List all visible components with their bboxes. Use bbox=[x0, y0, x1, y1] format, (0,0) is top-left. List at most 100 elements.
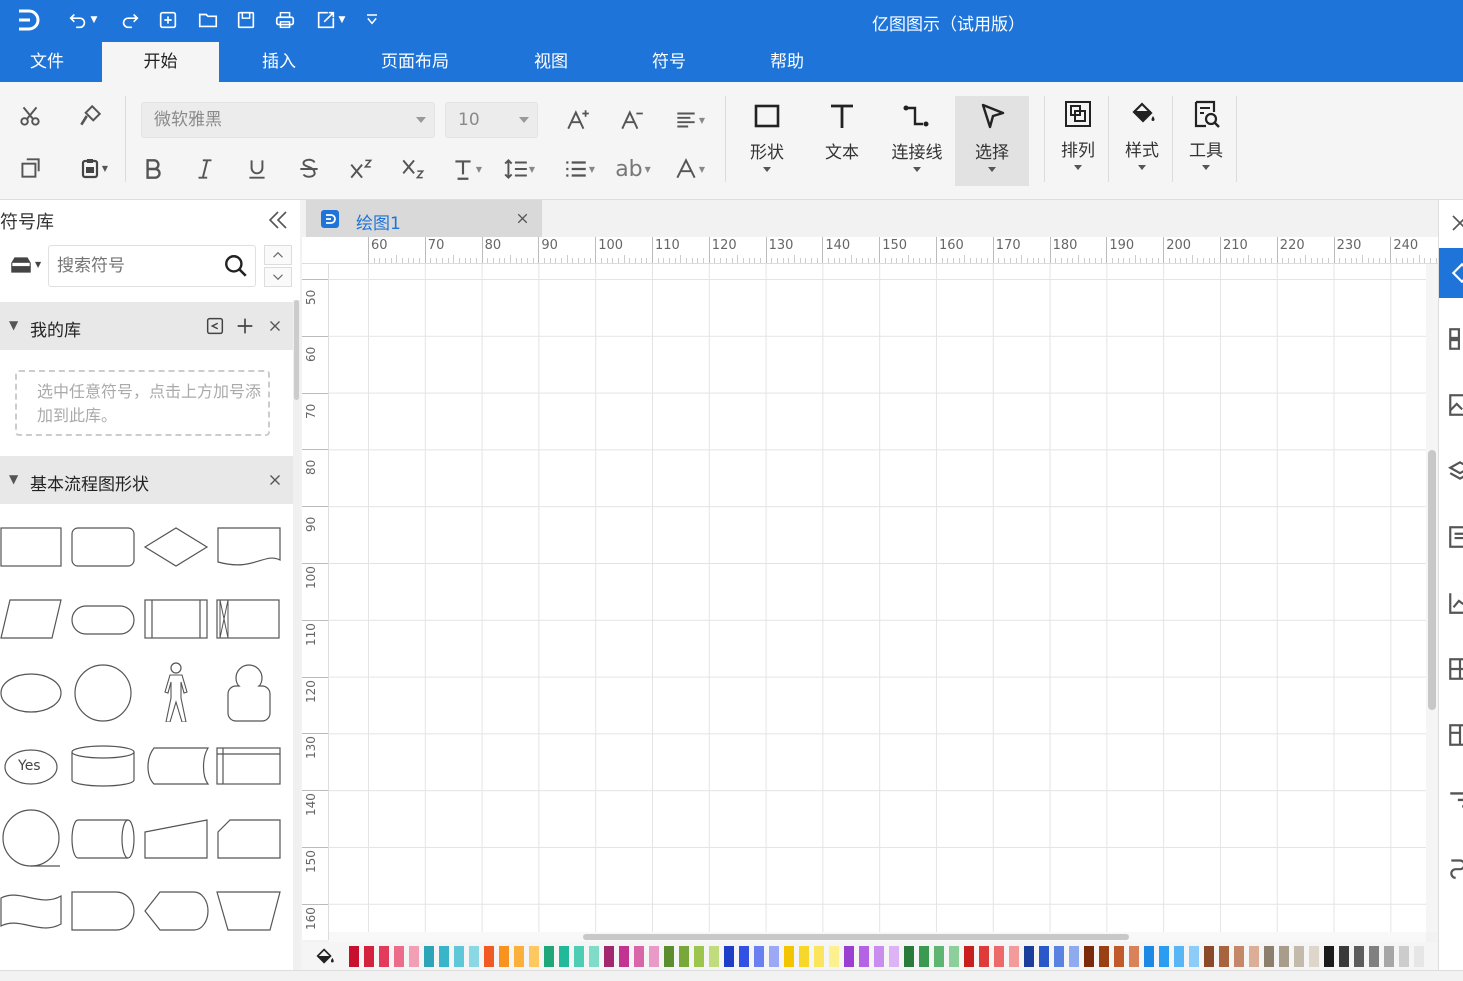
export-button[interactable]: ▼ bbox=[310, 6, 350, 34]
color-swatch[interactable] bbox=[364, 946, 374, 967]
color-swatch[interactable] bbox=[799, 946, 809, 967]
shape-rounded-process[interactable] bbox=[70, 516, 138, 576]
shape-stored-data[interactable] bbox=[142, 736, 210, 796]
data-panel-tab[interactable] bbox=[1447, 524, 1463, 550]
font-color-button[interactable]: ▼ bbox=[666, 154, 712, 184]
color-swatch[interactable] bbox=[484, 946, 494, 967]
flowchart-group-header[interactable]: ▼ 基本流程图形状 bbox=[0, 456, 293, 504]
color-swatch[interactable] bbox=[1264, 946, 1274, 967]
color-swatch[interactable] bbox=[394, 946, 404, 967]
color-swatch[interactable] bbox=[1204, 946, 1214, 967]
color-swatch[interactable] bbox=[754, 946, 764, 967]
color-swatch[interactable] bbox=[499, 946, 509, 967]
document-tab[interactable]: 绘图1 bbox=[306, 200, 542, 237]
library-manager-button[interactable]: ▼ bbox=[8, 252, 46, 280]
tab-insert[interactable]: 插入 bbox=[232, 42, 326, 82]
shape-collate[interactable] bbox=[214, 590, 282, 650]
font-size-select[interactable]: 10 bbox=[445, 102, 538, 138]
panel-scrollbar-thumb[interactable] bbox=[294, 300, 299, 400]
color-swatch[interactable] bbox=[1414, 946, 1424, 967]
color-swatch[interactable] bbox=[1189, 946, 1199, 967]
format-painter-button[interactable] bbox=[74, 100, 106, 132]
tab-page-layout[interactable]: 页面布局 bbox=[360, 42, 470, 82]
style-button[interactable]: 样式 bbox=[1114, 94, 1170, 184]
shape-manual-operation[interactable] bbox=[214, 880, 282, 940]
format-panel-tab[interactable] bbox=[1439, 248, 1463, 298]
color-swatch[interactable] bbox=[814, 946, 824, 967]
copy-button[interactable] bbox=[14, 152, 46, 184]
color-swatch[interactable] bbox=[739, 946, 749, 967]
color-swatch[interactable] bbox=[724, 946, 734, 967]
close-icon[interactable] bbox=[266, 471, 284, 489]
color-swatch[interactable] bbox=[1069, 946, 1079, 967]
color-swatch[interactable] bbox=[1009, 946, 1019, 967]
image-panel-tab[interactable] bbox=[1447, 392, 1463, 418]
color-swatch[interactable] bbox=[1399, 946, 1409, 967]
shape-display[interactable] bbox=[142, 880, 210, 940]
color-swatch[interactable] bbox=[904, 946, 914, 967]
shape-document[interactable] bbox=[214, 516, 282, 576]
color-swatch[interactable] bbox=[1309, 946, 1319, 967]
customize-quick-access-button[interactable] bbox=[362, 6, 382, 34]
vertical-scrollbar-thumb[interactable] bbox=[1428, 450, 1436, 710]
text-format-button[interactable]: ▼ bbox=[444, 154, 488, 184]
color-swatch[interactable] bbox=[694, 946, 704, 967]
color-swatch[interactable] bbox=[424, 946, 434, 967]
search-next-button[interactable] bbox=[264, 267, 292, 287]
shape-yes-label[interactable]: Yes bbox=[0, 736, 68, 796]
color-swatch[interactable] bbox=[559, 946, 569, 967]
color-swatch[interactable] bbox=[409, 946, 419, 967]
shape-decision[interactable] bbox=[142, 516, 210, 576]
italic-button[interactable] bbox=[190, 154, 220, 184]
shape-direct-data[interactable] bbox=[70, 808, 138, 868]
color-swatch[interactable] bbox=[859, 946, 869, 967]
page-panel-tab[interactable] bbox=[1447, 326, 1463, 352]
subscript-button[interactable] bbox=[398, 154, 428, 184]
shape-database[interactable] bbox=[70, 736, 138, 796]
color-swatch[interactable] bbox=[889, 946, 899, 967]
color-swatch[interactable] bbox=[1144, 946, 1154, 967]
color-swatch[interactable] bbox=[589, 946, 599, 967]
shape-button[interactable]: 形状 bbox=[738, 96, 796, 186]
text-align-button[interactable]: ▼ bbox=[666, 104, 712, 136]
color-swatch[interactable] bbox=[844, 946, 854, 967]
my-library-header[interactable]: ▼ 我的库 bbox=[0, 302, 293, 350]
color-swatch[interactable] bbox=[829, 946, 839, 967]
layers-panel-tab[interactable] bbox=[1447, 458, 1463, 484]
shape-internal-storage[interactable] bbox=[214, 736, 282, 796]
collapse-panel-button[interactable] bbox=[266, 208, 290, 232]
strikethrough-button[interactable] bbox=[294, 154, 324, 184]
cut-button[interactable] bbox=[14, 100, 46, 132]
shape-data[interactable] bbox=[0, 590, 68, 650]
color-swatch[interactable] bbox=[1084, 946, 1094, 967]
color-swatch[interactable] bbox=[469, 946, 479, 967]
shape-sequential-storage[interactable] bbox=[0, 808, 68, 868]
color-swatch[interactable] bbox=[634, 946, 644, 967]
open-button[interactable] bbox=[194, 6, 222, 34]
color-swatch[interactable] bbox=[1369, 946, 1379, 967]
color-swatch[interactable] bbox=[919, 946, 929, 967]
color-swatch[interactable] bbox=[544, 946, 554, 967]
shape-person[interactable] bbox=[214, 662, 282, 722]
superscript-button[interactable] bbox=[346, 154, 376, 184]
tab-file[interactable]: 文件 bbox=[0, 42, 94, 82]
font-family-select[interactable]: 微软雅黑 bbox=[141, 102, 435, 138]
shape-manual-input[interactable] bbox=[142, 808, 210, 868]
color-swatch[interactable] bbox=[1054, 946, 1064, 967]
color-swatch[interactable] bbox=[529, 946, 539, 967]
color-swatch[interactable] bbox=[664, 946, 674, 967]
color-swatch[interactable] bbox=[874, 946, 884, 967]
tab-symbols[interactable]: 符号 bbox=[622, 42, 716, 82]
color-swatch[interactable] bbox=[349, 946, 359, 967]
line-spacing-button[interactable]: ▼ bbox=[496, 154, 542, 184]
symbol-search-input[interactable] bbox=[57, 252, 217, 280]
color-swatch[interactable] bbox=[379, 946, 389, 967]
import-icon[interactable] bbox=[204, 315, 226, 337]
layout-panel-tab[interactable] bbox=[1447, 722, 1463, 748]
drawing-canvas[interactable] bbox=[329, 264, 1426, 932]
canvas-horizontal-scrollbar[interactable] bbox=[329, 932, 1426, 942]
color-swatch[interactable] bbox=[439, 946, 449, 967]
increase-font-button[interactable] bbox=[562, 104, 594, 136]
color-swatch[interactable] bbox=[964, 946, 974, 967]
select-button[interactable]: 选择 bbox=[955, 96, 1029, 186]
